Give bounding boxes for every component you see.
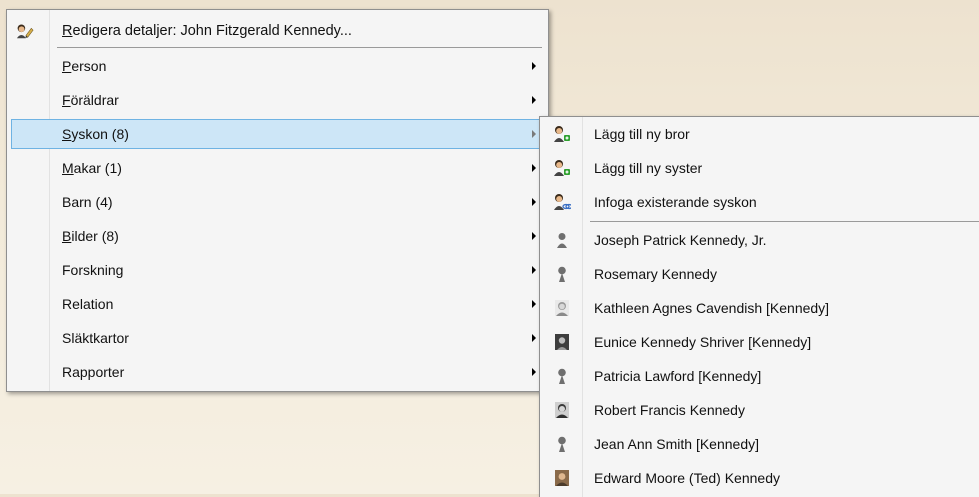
menu-item-add-brother[interactable]: Lägg till ny bror xyxy=(540,119,979,149)
submenu-arrow-icon xyxy=(532,300,536,308)
menu-item-label: Eunice Kennedy Shriver [Kennedy] xyxy=(594,334,812,350)
menu-item-label: Kathleen Agnes Cavendish [Kennedy] xyxy=(594,300,830,316)
female-silhouette-icon xyxy=(553,367,571,385)
sibling-item[interactable]: Jean Ann Smith [Kennedy] xyxy=(540,429,979,459)
submenu-arrow-icon xyxy=(532,368,536,376)
menu-item-label: Lägg till ny bror xyxy=(594,126,690,142)
menu-item-pictures[interactable]: Bilder (8) xyxy=(7,221,548,251)
menu-item-label: Robert Francis Kennedy xyxy=(594,402,745,418)
male-silhouette-icon xyxy=(553,231,571,249)
menu-item-label: Joseph Patrick Kennedy, Jr. xyxy=(594,232,767,248)
sibling-item[interactable]: Patricia Lawford [Kennedy] xyxy=(540,361,979,391)
submenu-arrow-icon xyxy=(532,266,536,274)
menu-item-label: Jean Ann Smith [Kennedy] xyxy=(594,436,759,452)
submenu-arrow-icon xyxy=(532,334,536,342)
menu-item-charts[interactable]: Släktkartor xyxy=(7,323,548,353)
submenu-arrow-icon xyxy=(532,62,536,70)
menu-item-label: Rosemary Kennedy xyxy=(594,266,717,282)
siblings-submenu: Lägg till ny bror Lägg till ny syster In… xyxy=(539,116,979,497)
menu-item-spouses[interactable]: Makar (1) xyxy=(7,153,548,183)
menu-item-label: Relation xyxy=(62,296,114,312)
menu-item-edit-details[interactable]: Redigera detaljer: John Fitzgerald Kenne… xyxy=(7,16,548,46)
menu-item-reports[interactable]: Rapporter xyxy=(7,357,548,387)
menu-item-label: Forskning xyxy=(62,262,124,278)
menu-item-label: Person xyxy=(62,58,107,74)
menu-item-label: Edward Moore (Ted) Kennedy xyxy=(594,470,780,486)
menu-item-label: Patricia Lawford [Kennedy] xyxy=(594,368,762,384)
context-menu: Redigera detaljer: John Fitzgerald Kenne… xyxy=(6,9,549,392)
menu-item-label: Släktkartor xyxy=(62,330,129,346)
submenu-arrow-icon xyxy=(532,232,536,240)
menu-item-label: Bilder (8) xyxy=(62,228,119,244)
submenu-arrow-icon xyxy=(532,164,536,172)
menu-item-person[interactable]: Person xyxy=(7,51,548,81)
menu-item-research[interactable]: Forskning xyxy=(7,255,548,285)
submenu-arrow-icon xyxy=(532,130,536,138)
menu-item-add-sister[interactable]: Lägg till ny syster xyxy=(540,153,979,183)
add-sister-icon xyxy=(553,159,571,177)
sibling-item[interactable]: Eunice Kennedy Shriver [Kennedy] xyxy=(540,327,979,357)
menu-item-label: Infoga existerande syskon xyxy=(594,194,757,210)
edit-person-icon xyxy=(16,22,34,40)
sibling-item[interactable]: Edward Moore (Ted) Kennedy xyxy=(540,463,979,493)
sibling-item[interactable]: Robert Francis Kennedy xyxy=(540,395,979,425)
menu-item-label: Föräldrar xyxy=(62,92,119,108)
link-sibling-icon xyxy=(553,193,571,211)
female-silhouette-icon xyxy=(553,265,571,283)
menu-item-label: Syskon (8) xyxy=(62,126,129,142)
menu-item-children[interactable]: Barn (4) xyxy=(7,187,548,217)
sibling-item[interactable]: Joseph Patrick Kennedy, Jr. xyxy=(540,225,979,255)
photo-icon xyxy=(553,299,571,317)
menu-item-label: Rapporter xyxy=(62,364,125,380)
menu-item-label: Lägg till ny syster xyxy=(594,160,703,176)
menu-item-label: Barn (4) xyxy=(62,194,113,210)
photo-icon xyxy=(553,469,571,487)
menu-separator xyxy=(590,221,979,222)
menu-item-label: Redigera detaljer: John Fitzgerald Kenne… xyxy=(62,23,352,39)
submenu-arrow-icon xyxy=(532,96,536,104)
menu-item-siblings[interactable]: Syskon (8) xyxy=(11,119,544,149)
photo-icon xyxy=(553,333,571,351)
female-silhouette-icon xyxy=(553,435,571,453)
add-brother-icon xyxy=(553,125,571,143)
sibling-item[interactable]: Rosemary Kennedy xyxy=(540,259,979,289)
menu-item-insert-existing-sibling[interactable]: Infoga existerande syskon xyxy=(540,187,979,217)
menu-item-parents[interactable]: Föräldrar xyxy=(7,85,548,115)
menu-item-relation[interactable]: Relation xyxy=(7,289,548,319)
submenu-arrow-icon xyxy=(532,198,536,206)
menu-item-label: Makar (1) xyxy=(62,160,122,176)
menu-separator xyxy=(57,47,542,48)
photo-icon xyxy=(553,401,571,419)
sibling-item[interactable]: Kathleen Agnes Cavendish [Kennedy] xyxy=(540,293,979,323)
